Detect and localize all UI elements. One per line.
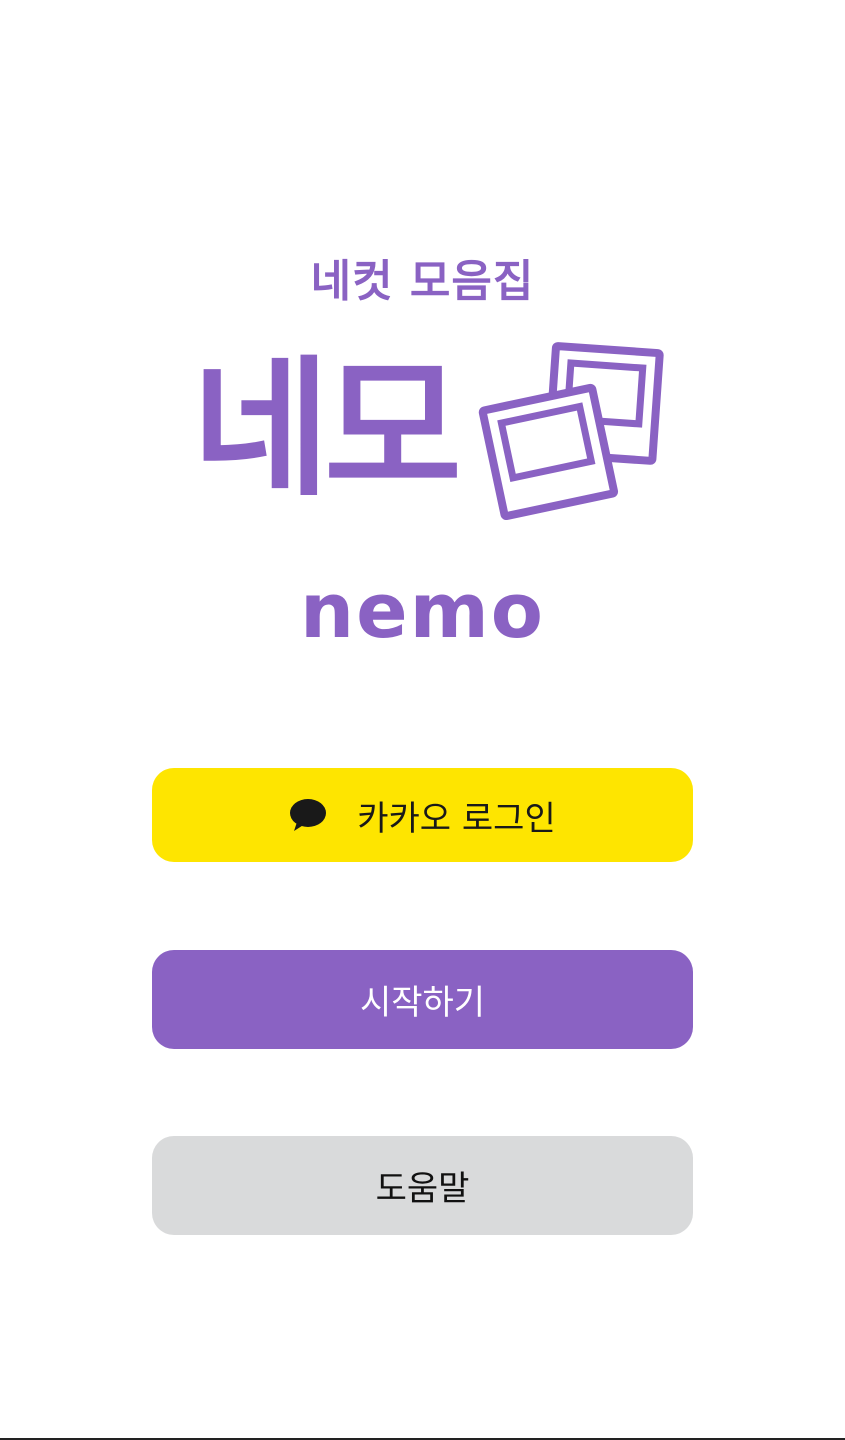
logo-title: 네모 bbox=[192, 343, 462, 517]
start-button-label: 시작하기 bbox=[359, 983, 486, 1023]
logo-subtitle: nemo bbox=[299, 566, 546, 655]
app-tagline: 네컷 모음집 bbox=[310, 256, 535, 307]
kakao-login-label: 카카오 로그인 bbox=[357, 798, 556, 839]
help-button-label: 도움말 bbox=[375, 1169, 470, 1209]
help-button[interactable]: 도움말 bbox=[152, 1136, 693, 1235]
speech-bubble-icon bbox=[290, 799, 327, 831]
kakao-login-button[interactable]: 카카오 로그인 bbox=[152, 768, 693, 862]
polaroid-photos-icon bbox=[478, 342, 664, 520]
start-button[interactable]: 시작하기 bbox=[152, 950, 693, 1049]
